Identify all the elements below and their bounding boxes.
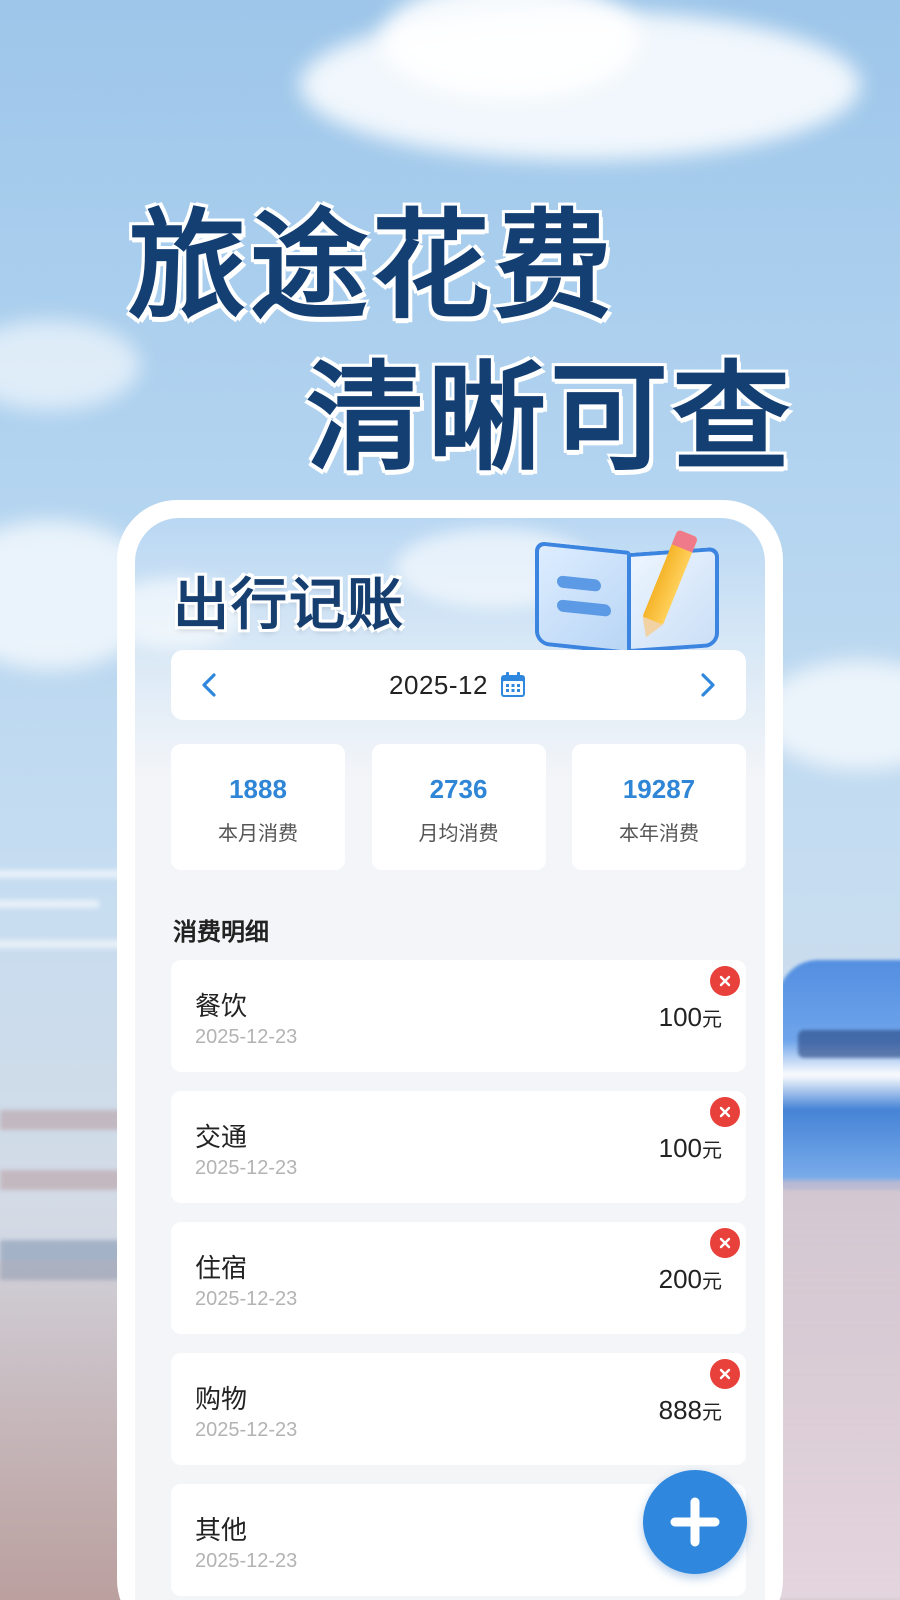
stat-label: 本月消费: [218, 821, 298, 845]
item-amount: 888元: [658, 1395, 722, 1425]
close-icon: [719, 975, 731, 987]
current-month[interactable]: 2025-12: [389, 670, 488, 701]
item-amount: 200元: [658, 1264, 722, 1294]
close-icon: [719, 1106, 731, 1118]
stat-value: 19287: [622, 774, 696, 804]
item-amount: 100元: [658, 1002, 722, 1032]
app-title: 出行记账: [173, 573, 405, 638]
item-date: 2025-12-23: [195, 1288, 298, 1310]
list-item[interactable]: 住宿 2025-12-23 200元: [171, 1222, 746, 1334]
item-category: 购物: [195, 1385, 248, 1415]
stat-value: 2736: [429, 774, 488, 804]
month-selector: 2025-12: [171, 650, 746, 720]
list-item[interactable]: 交通 2025-12-23 100元: [171, 1091, 746, 1203]
stat-card-average: 2736 月均消费: [371, 744, 546, 870]
section-title: 消费明细: [173, 918, 269, 946]
promo-headline-line1: 旅途花费: [128, 197, 617, 335]
close-icon: [719, 1237, 731, 1249]
stats-row: 1888 本月消费 2736 月均消费 19287 本年消费: [171, 744, 746, 870]
delete-button[interactable]: [710, 1097, 740, 1127]
item-date: 2025-12-23: [195, 1157, 298, 1179]
item-date: 2025-12-23: [195, 1419, 298, 1441]
item-category: 其他: [195, 1516, 248, 1546]
item-category: 住宿: [195, 1254, 248, 1284]
stat-label: 月均消费: [418, 821, 499, 845]
item-date: 2025-12-23: [195, 1026, 298, 1048]
phone-frame: 出行记账 2025-12 1888 本月消费 2736 月均消费 19287 本…: [117, 500, 783, 1600]
stat-card-year: 19287 本年消费: [572, 744, 746, 870]
item-category: 餐饮: [195, 992, 248, 1022]
notebook-icon: [527, 529, 727, 656]
calendar-icon[interactable]: [498, 670, 528, 700]
app-screen: 出行记账 2025-12 1888 本月消费 2736 月均消费 19287 本…: [135, 518, 765, 1600]
list-item[interactable]: 餐饮 2025-12-23 100元: [171, 960, 746, 1072]
train-image: [778, 960, 900, 1190]
chevron-left-icon[interactable]: [195, 670, 225, 700]
delete-button[interactable]: [710, 1228, 740, 1258]
delete-button[interactable]: [710, 966, 740, 996]
stat-label: 本年消费: [619, 821, 699, 845]
plus-icon: [670, 1497, 720, 1547]
delete-button[interactable]: [710, 1359, 740, 1389]
item-amount: 100元: [658, 1133, 722, 1163]
stat-card-month: 1888 本月消费: [171, 744, 345, 870]
close-icon: [719, 1368, 731, 1380]
add-expense-button[interactable]: [643, 1470, 747, 1574]
stat-value: 1888: [229, 774, 287, 804]
item-date: 2025-12-23: [195, 1550, 298, 1572]
item-category: 交通: [195, 1123, 248, 1153]
chevron-right-icon[interactable]: [692, 670, 722, 700]
promo-headline-line2: 清晰可查: [306, 349, 795, 487]
list-item[interactable]: 购物 2025-12-23 888元: [171, 1353, 746, 1465]
